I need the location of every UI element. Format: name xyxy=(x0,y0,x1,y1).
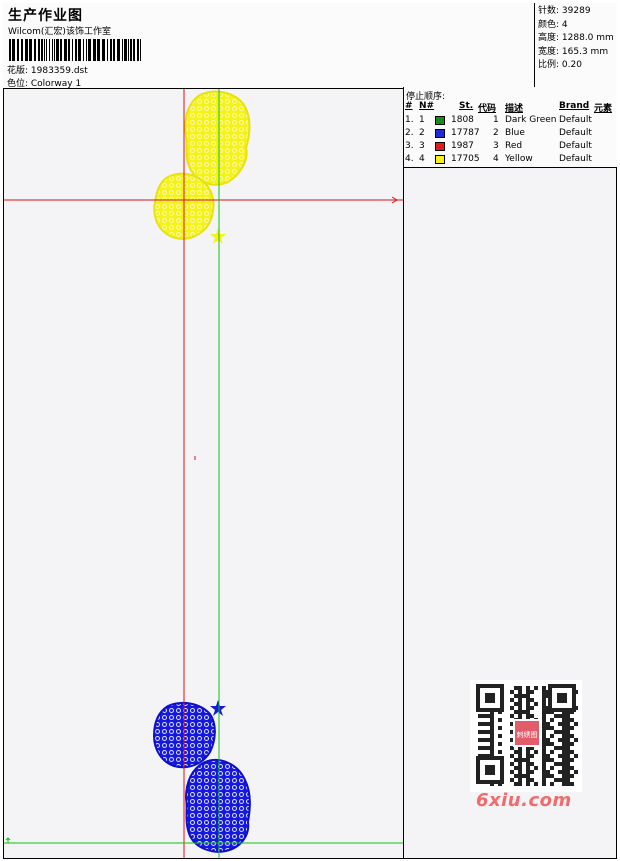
row-description: Blue xyxy=(505,128,525,138)
row-brand: Default xyxy=(559,128,592,138)
stop-sequence-header: # N# St. 代码 描述 Brand 元素 xyxy=(404,101,618,114)
color-swatch xyxy=(435,116,445,125)
stat-row-stitches: 针数: 39289 xyxy=(538,6,591,16)
yellow-motif-large xyxy=(184,90,251,186)
row-stitches: 1987 xyxy=(451,141,474,151)
stat-row-height: 高度: 1288.0 mm xyxy=(538,33,614,43)
watermark-text: 6xiu.com xyxy=(476,790,572,811)
color-swatch xyxy=(435,155,445,164)
blue-motif-large xyxy=(184,759,251,853)
stop-sequence-row: 4. 4 17705 4 Yellow Default xyxy=(404,154,618,167)
row-code: 4 xyxy=(493,154,499,164)
colorway-line: 色位: Colorway 1 xyxy=(7,79,82,89)
panel-divider xyxy=(403,168,404,859)
row-stitches: 1808 xyxy=(451,115,474,125)
stat-row-colors: 颜色: 4 xyxy=(538,19,568,30)
row-number: 1 xyxy=(419,115,425,125)
header-index: # xyxy=(405,101,413,111)
row-index: 2. xyxy=(405,128,414,138)
header-description: 描述 xyxy=(505,104,524,114)
stop-sequence-row: 3. 3 1987 3 Red Default xyxy=(404,141,618,154)
row-index: 3. xyxy=(405,141,414,151)
stat-row-width: 宽度: 165.3 mm xyxy=(538,46,609,57)
row-description: Dark Green xyxy=(505,115,557,125)
row-code: 3 xyxy=(493,141,499,151)
row-number: 2 xyxy=(419,128,425,138)
row-description: Red xyxy=(505,141,523,151)
blue-star-icon xyxy=(210,700,226,716)
row-code: 2 xyxy=(493,128,499,138)
header-number: N# xyxy=(419,101,435,111)
header-brand: Brand xyxy=(559,101,590,111)
stat-row-scale: 比例: 0.20 xyxy=(538,60,582,70)
studio-name: Wilcom(汇宏)该饰工作室 xyxy=(8,27,111,37)
yellow-star-icon xyxy=(210,228,226,244)
stats-panel: 针数: 39289 颜色: 4 高度: 1288.0 mm 宽度: 165.3 … xyxy=(534,3,617,89)
svg-text:刺绣图: 刺绣图 xyxy=(517,730,538,739)
row-brand: Default xyxy=(559,154,592,164)
header-stitches: St. xyxy=(459,101,474,111)
row-number: 3 xyxy=(419,141,425,151)
header-element: 元素 xyxy=(594,104,613,114)
document-header: 生产作业图 Wilcom(汇宏)该饰工作室 花版: 1983359.dst 色位… xyxy=(3,3,617,89)
stop-sequence-panel: 停止顺序: # N# St. 代码 描述 Brand 元素 1. 1 1808 1 Da… xyxy=(403,87,617,168)
row-index: 1. xyxy=(405,115,414,125)
row-stitches: 17705 xyxy=(451,154,480,164)
color-swatch xyxy=(435,142,445,151)
row-index: 4. xyxy=(405,154,414,164)
row-stitches: 17787 xyxy=(451,128,480,138)
row-brand: Default xyxy=(559,115,592,125)
row-number: 4 xyxy=(419,154,425,164)
barcode-icon xyxy=(9,39,141,61)
color-swatch xyxy=(435,129,445,138)
row-description: Yellow xyxy=(505,154,533,164)
design-file-line: 花版: 1983359.dst xyxy=(7,66,88,76)
page-title: 生产作业图 xyxy=(8,8,83,24)
stop-sequence-row: 1. 1 1808 1 Dark Green Default xyxy=(404,115,618,128)
row-brand: Default xyxy=(559,141,592,151)
stop-sequence-row: 2. 2 17787 2 Blue Default xyxy=(404,128,618,141)
row-code: 1 xyxy=(493,115,499,125)
header-code: 代码 xyxy=(478,104,497,114)
